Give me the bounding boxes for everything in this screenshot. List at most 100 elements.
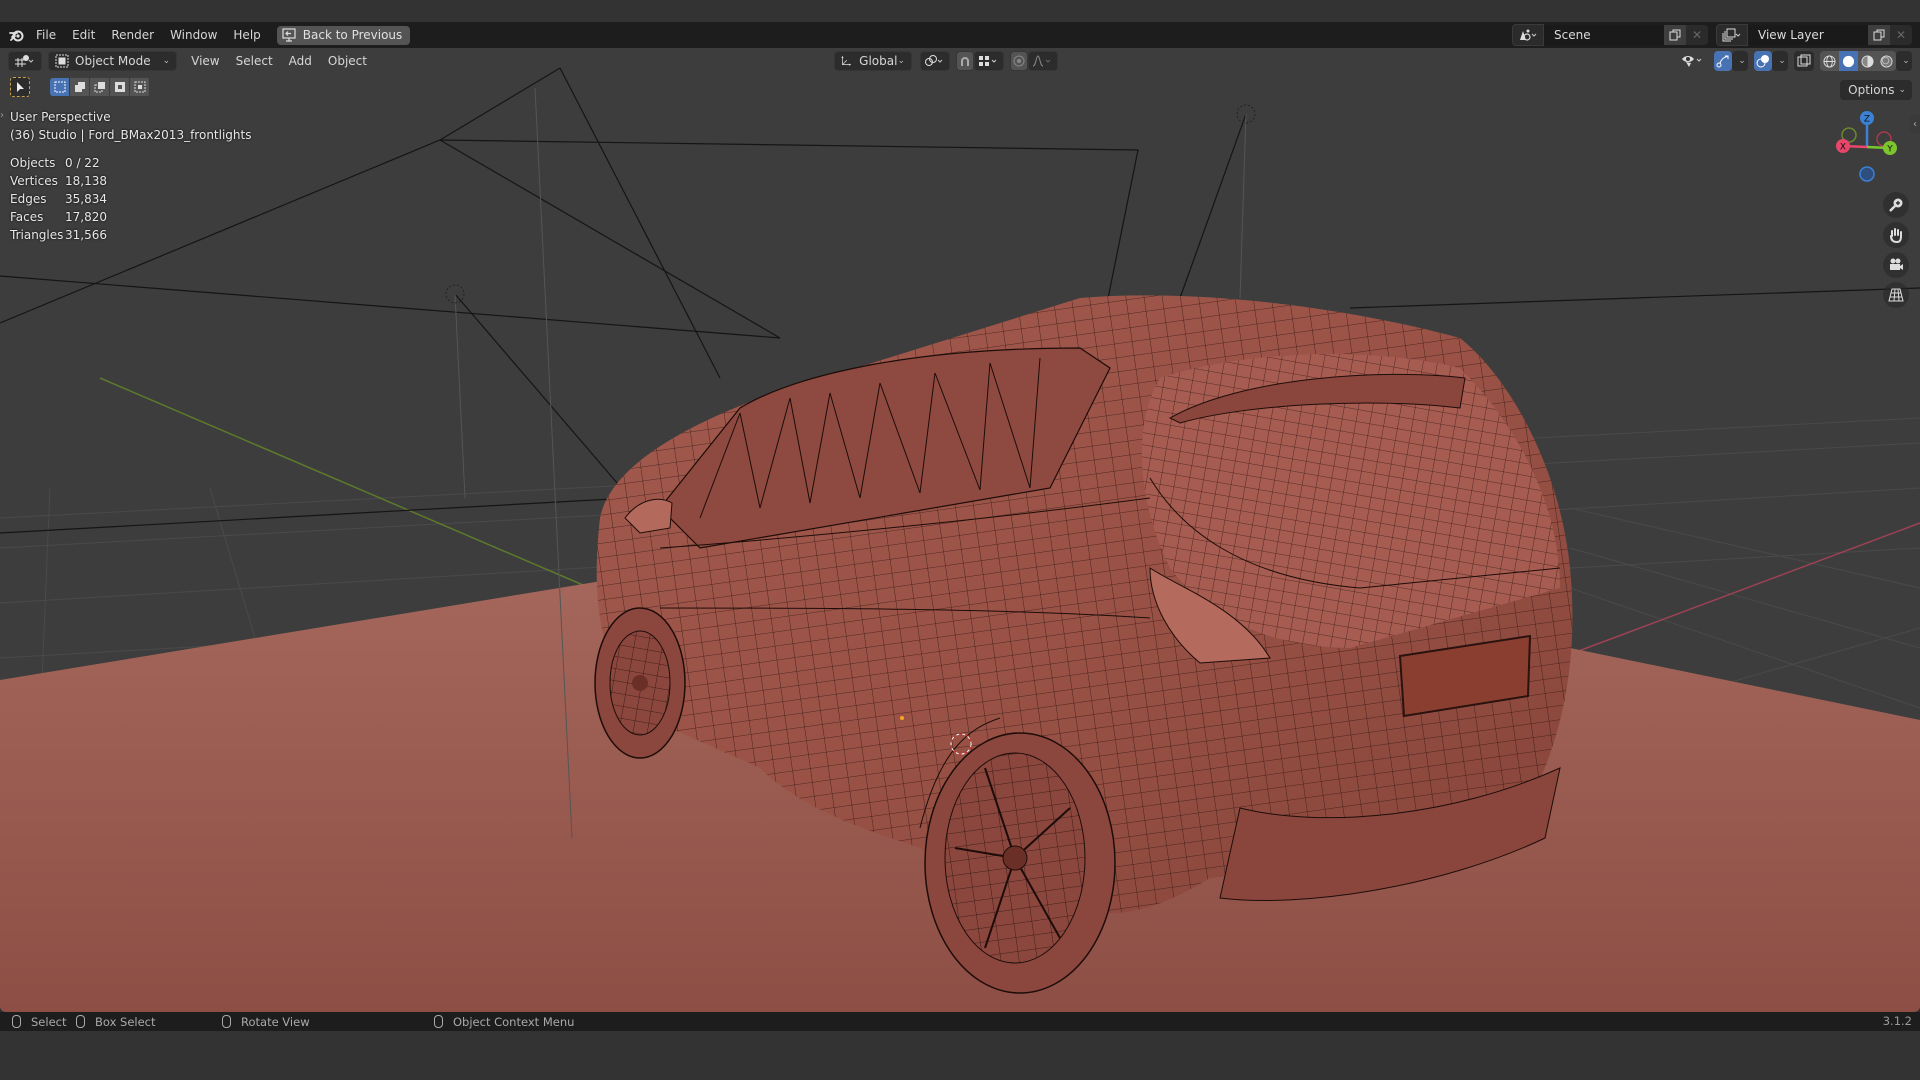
overlay-toggle[interactable] (1754, 51, 1772, 71)
menu-file[interactable]: File (28, 22, 64, 48)
mode-selector[interactable]: Object Mode ⌄ (48, 51, 178, 71)
y-axis-handle[interactable]: Y (1883, 141, 1897, 155)
stat-row: Faces 17,820 (10, 210, 107, 224)
viewport-scene[interactable] (0, 48, 1920, 1012)
workspace-selectors: Scene ✕ View Layer ✕ (1512, 22, 1920, 48)
x-axis-handle[interactable]: X (1836, 139, 1850, 153)
menu-edit[interactable]: Edit (64, 22, 103, 48)
x-axis-line (1559, 522, 1920, 659)
sidebar-expand-arrow[interactable]: ‹ (1910, 114, 1920, 134)
back-screen-icon (282, 28, 296, 42)
delete-scene-icon[interactable]: ✕ (1686, 25, 1708, 45)
view-layer-selector: View Layer ✕ (1716, 24, 1912, 46)
proportional-edit-icon (1013, 55, 1025, 67)
pan-view-button[interactable] (1883, 222, 1909, 248)
xray-toggle[interactable] (1794, 51, 1814, 71)
select-box-tool-button[interactable] (10, 77, 30, 97)
camera-view-button[interactable] (1883, 252, 1909, 278)
editor-type-button[interactable] (8, 51, 42, 71)
stat-row: Vertices 18,138 (10, 174, 107, 188)
pivot-point-selector[interactable] (920, 51, 950, 71)
select-mode-subtract-button[interactable] (90, 78, 110, 96)
new-view-layer-icon[interactable] (1868, 25, 1890, 45)
neg-z-axis-handle[interactable] (1859, 166, 1875, 182)
status-item-box-select: Box Select (76, 1012, 156, 1031)
pivot-point-icon (925, 55, 943, 66)
options-dropdown[interactable]: Options ⌄ (1840, 80, 1912, 100)
viewport-display-controls: ⌄ ⌄ ⌄ (1674, 51, 1912, 71)
mode-label: Object Mode (75, 54, 151, 68)
transform-orientation-selector[interactable]: Global ⌄ (834, 51, 912, 71)
menu-view[interactable]: View (183, 54, 227, 68)
select-mode-new-button[interactable] (50, 78, 70, 96)
menu-select[interactable]: Select (228, 54, 281, 68)
selectability-visibility-button[interactable] (1680, 51, 1708, 71)
orientation-global-icon (841, 55, 852, 66)
gizmo-dropdown[interactable]: ⌄ (1732, 51, 1748, 71)
viewport-header: Object Mode ⌄ View Select Add Object Glo… (0, 48, 1920, 74)
new-scene-icon[interactable] (1664, 25, 1686, 45)
ortho-grid-icon (1888, 288, 1904, 302)
menu-render[interactable]: Render (103, 22, 162, 48)
menu-add[interactable]: Add (281, 54, 320, 68)
menu-help[interactable]: Help (225, 22, 268, 48)
solid-shading-icon (1842, 55, 1855, 67)
proportional-edit-toggle[interactable] (1010, 51, 1028, 71)
y-axis-line (99, 377, 591, 589)
magnet-icon (961, 57, 969, 66)
camera-icon (1890, 258, 1903, 270)
snap-target-selector[interactable] (974, 51, 1004, 71)
scene-selector: Scene ✕ (1512, 24, 1708, 46)
overlay-icon (1756, 55, 1769, 68)
3d-viewport[interactable]: Object Mode ⌄ View Select Add Object Glo… (0, 48, 1920, 1012)
xray-icon (1797, 54, 1811, 67)
object-origin (900, 716, 904, 720)
gizmo-toggle[interactable] (1714, 51, 1732, 71)
falloff-selector[interactable] (1028, 51, 1058, 71)
select-mode-extend-button[interactable] (70, 78, 90, 96)
ortho-toggle-button[interactable] (1883, 282, 1909, 308)
back-to-previous-button[interactable]: Back to Previous (276, 25, 411, 45)
z-axis-handle[interactable]: Z (1860, 111, 1874, 125)
viewport-info: User Perspective (36) Studio | Ford_BMax… (10, 108, 251, 144)
cursor-arrow-icon (17, 82, 24, 92)
mouse-right-icon (434, 1015, 443, 1028)
scene-name-field[interactable]: Scene (1544, 25, 1664, 45)
view-layer-name-field[interactable]: View Layer (1748, 25, 1868, 45)
stat-row: Triangles 31,566 (10, 228, 107, 242)
render-layers-icon[interactable] (1716, 24, 1748, 46)
snap-toggle[interactable] (956, 51, 974, 71)
tool-settings-row (10, 77, 150, 97)
top-menubar: File Edit Render Window Help Back to Pre… (0, 22, 1920, 48)
window-bottom-gap (0, 1031, 1920, 1080)
select-mode-intersect-button[interactable] (130, 78, 150, 96)
status-bar: Select Box Select Rotate View Object Con… (0, 1012, 1920, 1031)
delete-view-layer-icon[interactable]: ✕ (1890, 25, 1912, 45)
window-top-gap (0, 0, 1920, 22)
select-mode-invert-button[interactable] (110, 78, 130, 96)
back-to-previous-label: Back to Previous (302, 28, 403, 42)
zoom-icon (1889, 198, 1903, 212)
options-label: Options (1848, 83, 1895, 97)
chevron-down-icon: ⌄ (162, 56, 171, 66)
navigation-gizmo[interactable]: Z X Y (1832, 110, 1902, 190)
wireframe-shading-button[interactable] (1820, 51, 1839, 71)
scene-icon[interactable] (1512, 24, 1544, 46)
material-shading-button[interactable] (1858, 51, 1877, 71)
zoom-view-button[interactable] (1883, 192, 1909, 218)
toolbar-expand-arrow[interactable]: › (0, 110, 4, 121)
solid-shading-button[interactable] (1839, 51, 1858, 71)
menu-object[interactable]: Object (320, 54, 375, 68)
rendered-shading-button[interactable] (1877, 51, 1896, 71)
shading-dropdown[interactable]: ⌄ (1896, 51, 1912, 71)
car-front-wheel (594, 607, 686, 759)
selection-mode-group (50, 78, 150, 96)
3d-viewport-icon (15, 55, 34, 67)
svg-text:Z: Z (1864, 115, 1870, 125)
menu-window[interactable]: Window (162, 22, 225, 48)
blender-logo-icon[interactable] (6, 24, 28, 46)
view-context: (36) Studio | Ford_BMax2013_frontlights (10, 128, 252, 142)
overlay-dropdown[interactable]: ⌄ (1772, 51, 1788, 71)
rendered-shading-icon (1880, 54, 1893, 68)
status-item-context-menu: Object Context Menu (434, 1012, 574, 1031)
